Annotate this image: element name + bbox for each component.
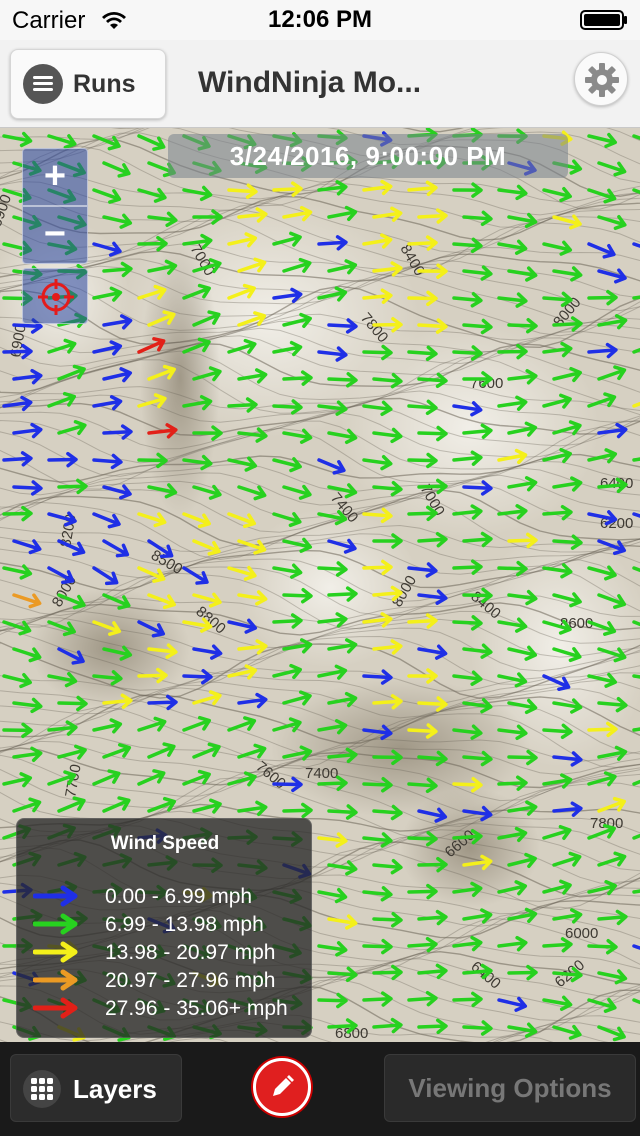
forecast-timestamp: 3/24/2016, 9:00:00 PM — [168, 134, 568, 178]
battery-icon — [580, 10, 627, 30]
legend-item: 20.97 - 27.96 mph — [33, 967, 313, 995]
legend-item-label: 0.00 - 6.99 mph — [105, 885, 253, 908]
zoom-out-button[interactable]: − — [22, 206, 88, 264]
viewing-options-button[interactable]: Viewing Options — [384, 1054, 636, 1122]
navigation-bar: Runs WindNinja Mo... — [0, 40, 640, 128]
calm-arrow-icon — [33, 885, 78, 907]
legend-item: 0.00 - 6.99 mph — [33, 883, 313, 911]
moderate-arrow-icon — [33, 941, 78, 963]
contour-label: 6000 — [565, 925, 598, 942]
wind-speed-legend: Wind Speed 0.00 - 6.99 mph 6.99 - 13.98 … — [16, 818, 312, 1038]
legend-item-label: 13.98 - 20.97 mph — [105, 941, 276, 964]
legend-title: Wind Speed — [110, 833, 220, 854]
crosshair-target-icon — [38, 279, 74, 315]
gear-icon — [585, 63, 619, 97]
edit-button[interactable] — [253, 1058, 311, 1116]
legend-item-label: 6.99 - 13.98 mph — [105, 913, 264, 936]
extreme-arrow-icon — [33, 997, 78, 1019]
light-arrow-icon — [33, 913, 78, 935]
zoom-in-button[interactable]: + — [22, 148, 88, 206]
status-bar: Carrier 12:06 PM — [0, 0, 640, 40]
layers-button-label: Layers — [73, 1074, 157, 1104]
legend-item: 13.98 - 20.97 mph — [33, 939, 313, 967]
pencil-icon — [273, 1075, 294, 1096]
legend-item-label: 27.96 - 35.06+ mph — [105, 997, 288, 1020]
bottom-toolbar: Layers Viewing Options — [0, 1042, 640, 1136]
runs-button-label: Runs — [73, 69, 136, 98]
contour-label: 6400 — [600, 475, 633, 492]
legend-item: 6.99 - 13.98 mph — [33, 911, 313, 939]
layers-button[interactable]: Layers — [10, 1054, 182, 1122]
page-title: WindNinja Mo... — [198, 66, 422, 99]
clock: 12:06 PM — [267, 6, 373, 33]
legend-item-label: 20.97 - 27.96 mph — [105, 969, 276, 992]
settings-button[interactable] — [574, 52, 628, 106]
runs-button[interactable]: Runs — [10, 49, 166, 119]
hamburger-menu-icon — [23, 64, 63, 104]
legend-item: 27.96 - 35.06+ mph — [33, 995, 313, 1023]
strong-arrow-icon — [33, 969, 78, 991]
locate-me-button[interactable] — [22, 268, 88, 324]
contour-label: 7400 — [305, 765, 338, 782]
grid-icon — [23, 1070, 61, 1108]
